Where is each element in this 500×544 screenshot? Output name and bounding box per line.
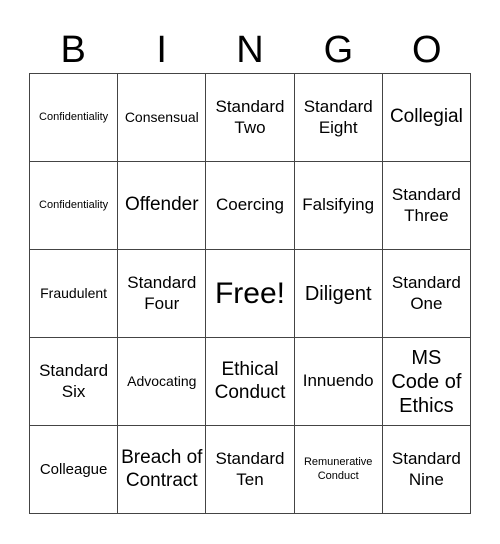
bingo-cell[interactable]: Standard Nine: [382, 426, 471, 514]
bingo-board: Confidentiality Consensual Standard Two …: [29, 73, 471, 514]
header-letter-b: B: [60, 29, 86, 71]
free-space-cell[interactable]: Free!: [206, 250, 295, 338]
bingo-cell[interactable]: Advocating: [118, 338, 207, 426]
bingo-cell[interactable]: Fraudulent: [30, 250, 119, 338]
bingo-cell[interactable]: Standard Two: [206, 74, 295, 162]
bingo-cell[interactable]: Innuendo: [294, 338, 383, 426]
bingo-cell[interactable]: Falsifying: [294, 162, 383, 250]
bingo-header: B I N G O: [29, 28, 471, 72]
bingo-cell[interactable]: Coercing: [206, 162, 295, 250]
bingo-cell[interactable]: Standard Four: [118, 250, 207, 338]
bingo-cell[interactable]: Remunerative Conduct: [294, 426, 383, 514]
bingo-cell[interactable]: Confidentiality: [30, 74, 119, 162]
header-letter-n: N: [236, 29, 264, 71]
header-letter-g: G: [323, 29, 354, 71]
bingo-cell[interactable]: Colleague: [30, 426, 119, 514]
bingo-cell[interactable]: Standard Ten: [206, 426, 295, 514]
bingo-cell[interactable]: Offender: [118, 162, 207, 250]
bingo-cell[interactable]: Consensual: [118, 74, 207, 162]
bingo-cell[interactable]: Ethical Conduct: [206, 338, 295, 426]
header-letter-i: I: [156, 29, 167, 71]
bingo-cell[interactable]: Diligent: [294, 250, 383, 338]
bingo-cell[interactable]: Standard Three: [382, 162, 471, 250]
bingo-cell[interactable]: Breach of Contract: [118, 426, 207, 514]
bingo-cell[interactable]: Collegial: [382, 74, 471, 162]
bingo-cell[interactable]: Standard Six: [30, 338, 119, 426]
header-letter-o: O: [412, 29, 442, 71]
bingo-cell[interactable]: Standard Eight: [294, 74, 383, 162]
bingo-cell[interactable]: MS Code of Ethics: [382, 338, 471, 426]
bingo-cell[interactable]: Confidentiality: [30, 162, 119, 250]
bingo-cell[interactable]: Standard One: [382, 250, 471, 338]
